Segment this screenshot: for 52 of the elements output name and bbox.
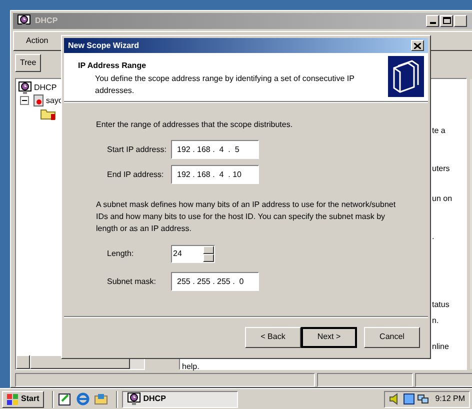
- clock: 9:12 PM: [435, 393, 465, 405]
- tree-item[interactable]: DHCP: [34, 82, 57, 94]
- wizard-button[interactable]: Next >: [301, 326, 357, 348]
- detail-text: .: [432, 231, 434, 243]
- maximize-button[interactable]: [440, 15, 453, 27]
- spin-down-icon[interactable]: [203, 254, 214, 262]
- detail-text: tatus: [432, 299, 450, 311]
- computers-icon[interactable]: [417, 393, 429, 405]
- ip-address-field[interactable]: 255 . 255 . 255 . 0: [171, 272, 259, 291]
- wizard-button[interactable]: Cancel: [364, 326, 420, 348]
- detail-text: uters: [432, 163, 450, 175]
- windows-logo-icon: [7, 394, 19, 404]
- ip-address-field[interactable]: 192 . 168 . 4 . 5: [171, 140, 259, 159]
- detail-text: help.: [182, 361, 200, 373]
- wizard-button[interactable]: < Back: [245, 326, 301, 348]
- field-label: Length:: [106, 248, 135, 260]
- detail-text: nline: [432, 341, 449, 353]
- menu-item[interactable]: Action: [22, 35, 52, 47]
- field-label: End IP address:: [106, 168, 165, 180]
- clock-monitor-icon: [18, 80, 32, 94]
- close-button[interactable]: [411, 40, 424, 51]
- server-icon: [33, 94, 45, 107]
- folder-icon[interactable]: [94, 392, 108, 406]
- clock-monitor-icon: [127, 392, 142, 406]
- pane-tab[interactable]: Tree: [15, 54, 42, 72]
- close-icon: [414, 42, 421, 48]
- close-button[interactable]: [454, 15, 467, 27]
- intro-text: Enter the range of addresses that the scope distributes.: [96, 119, 294, 131]
- dialog-title: New Scope Wizard: [68, 40, 140, 52]
- start-button[interactable]: Start: [2, 390, 44, 408]
- page-heading: IP Address Range: [78, 60, 148, 72]
- ip-address-field[interactable]: 192 . 168 . 4 . 10: [171, 165, 259, 184]
- desktop-icon[interactable]: [58, 392, 72, 406]
- field-label: Start IP address:: [106, 144, 168, 156]
- tree-item[interactable]: sayc: [46, 94, 62, 106]
- status-pane: [415, 373, 472, 387]
- folder-icon: [40, 108, 56, 120]
- detail-text: un on: [432, 193, 452, 205]
- taskbar-button[interactable]: DHCP: [122, 390, 238, 408]
- spin-up-icon[interactable]: [203, 246, 214, 254]
- subnet-description: A subnet mask defines how many bits of an IP address to use for the network/subnet IDs and how many bits to use for the host ID. You can specify the subnet mask by length or as an IP address.: [96, 199, 396, 235]
- network-icon[interactable]: [403, 393, 415, 405]
- detail-text: n.: [432, 315, 439, 327]
- field-label: Subnet mask:: [106, 276, 157, 288]
- detail-text: te a: [432, 125, 446, 137]
- minimize-button[interactable]: [426, 15, 439, 27]
- window-title: DHCP: [35, 15, 58, 27]
- page-description: You define the scope address range by identifying a set of consecutive IP addresses.: [94, 73, 356, 97]
- folders-icon: [388, 56, 424, 97]
- collapse-icon[interactable]: [20, 96, 29, 105]
- clock-monitor-icon: [17, 14, 31, 28]
- length-spinner[interactable]: 24: [171, 245, 215, 263]
